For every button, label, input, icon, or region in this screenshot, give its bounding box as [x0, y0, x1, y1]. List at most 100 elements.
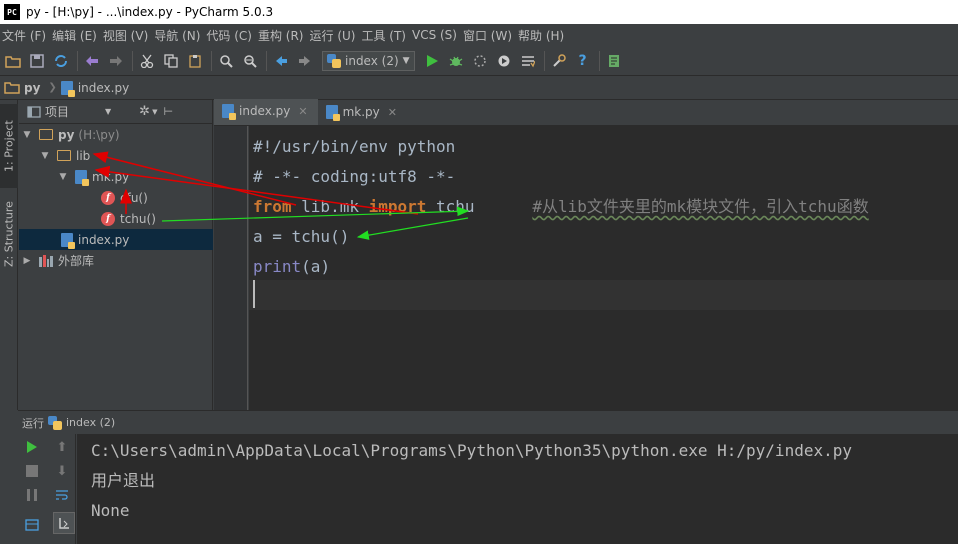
left-tool-strip: 1: Project Z: Structure: [0, 100, 18, 410]
tree-node-mk[interactable]: ▼ mk.py: [19, 166, 213, 187]
tasks-icon[interactable]: [517, 50, 539, 72]
python-icon: [48, 415, 62, 430]
title-bar: PC py - [H:\py] - ...\index.py - PyCharm…: [0, 0, 958, 24]
up-arrow-icon[interactable]: ⬆: [53, 438, 71, 456]
profile-icon[interactable]: [493, 50, 515, 72]
run-icon[interactable]: [421, 50, 443, 72]
console-line: C:\Users\admin\AppData\Local\Programs\Py…: [91, 441, 852, 460]
menu-refactor[interactable]: 重构 (R): [258, 27, 310, 44]
main-toolbar: index (2) ▼ ?: [0, 46, 958, 76]
inline-comment: #从lib文件夹里的mk模块文件，引入tchu函数: [532, 197, 869, 216]
python-console-icon[interactable]: [603, 50, 625, 72]
editor-tab-bar: index.py ✕ mk.py ✕: [214, 99, 958, 126]
menu-file[interactable]: 文件 (F): [2, 27, 52, 44]
python-file-icon: [61, 232, 75, 249]
tree-node-func-tchu[interactable]: f tchu(): [19, 208, 213, 229]
code-line-2: # -*- coding:utf8 -*-: [253, 167, 456, 186]
paste-icon[interactable]: [184, 50, 206, 72]
undo-icon[interactable]: [81, 50, 103, 72]
expand-arrow-icon[interactable]: ▼: [21, 130, 33, 140]
package-folder-icon: [57, 150, 71, 161]
menu-bar: 文件 (F) 编辑 (E) 视图 (V) 导航 (N) 代码 (C) 重构 (R…: [0, 24, 958, 46]
run-configuration-select[interactable]: index (2) ▼: [322, 50, 415, 71]
structure-tool-tab[interactable]: Z: Structure: [0, 192, 18, 276]
stop-icon[interactable]: [23, 462, 41, 480]
text-cursor: [253, 280, 255, 308]
menu-run[interactable]: 运行 (U): [310, 27, 362, 44]
run-panel-toolbar: ⬆ ⬇: [18, 434, 76, 544]
menu-code[interactable]: 代码 (C): [206, 27, 258, 44]
close-icon[interactable]: ✕: [298, 105, 307, 118]
toolbar-divider: [77, 50, 78, 71]
function-icon: f: [101, 190, 115, 205]
gear-icon[interactable]: ✲: [139, 104, 150, 119]
expand-arrow-icon[interactable]: ▼: [39, 151, 51, 161]
down-arrow-icon[interactable]: ⬇: [53, 462, 71, 480]
collapse-panel-icon[interactable]: ⊢: [163, 105, 173, 118]
menu-vcs[interactable]: VCS (S): [412, 28, 463, 42]
copy-icon[interactable]: [160, 50, 182, 72]
help-icon[interactable]: ?: [572, 50, 594, 72]
save-icon[interactable]: [26, 50, 48, 72]
menu-help[interactable]: 帮助 (H): [518, 27, 570, 44]
soft-wrap-icon[interactable]: [53, 486, 71, 504]
menu-view[interactable]: 视图 (V): [103, 27, 154, 44]
project-view-icon: [27, 105, 41, 118]
run-panel-config[interactable]: index (2): [66, 416, 115, 429]
tab-mk-py[interactable]: mk.py ✕: [318, 99, 407, 125]
menu-tools[interactable]: 工具 (T): [361, 27, 412, 44]
breadcrumb-root[interactable]: py: [4, 81, 40, 95]
open-folder-icon[interactable]: [2, 50, 24, 72]
debug-icon[interactable]: [445, 50, 467, 72]
scroll-to-end-icon[interactable]: [53, 512, 75, 534]
run-panel-label: 运行: [22, 416, 44, 430]
run-console-output[interactable]: C:\Users\admin\AppData\Local\Programs\Py…: [77, 434, 958, 544]
python-file-icon: [60, 80, 75, 97]
folder-icon: [39, 129, 53, 140]
editor-gutter: [214, 126, 248, 410]
rerun-icon[interactable]: [23, 438, 41, 456]
menu-window[interactable]: 窗口 (W): [463, 27, 518, 44]
forward-icon[interactable]: [294, 50, 316, 72]
pause-icon[interactable]: [23, 486, 41, 504]
menu-navigate[interactable]: 导航 (N): [154, 27, 206, 44]
chevron-down-icon[interactable]: ▼: [105, 107, 111, 116]
code-line-4: a = tchu(): [253, 227, 350, 246]
close-icon[interactable]: ✕: [388, 106, 397, 119]
tree-node-index[interactable]: index.py: [19, 229, 213, 250]
menu-edit[interactable]: 编辑 (E): [52, 27, 103, 44]
code-editor[interactable]: #!/usr/bin/env python # -*- coding:utf8 …: [249, 126, 958, 410]
sync-icon[interactable]: [50, 50, 72, 72]
expand-arrow-icon[interactable]: ▶: [21, 256, 33, 266]
chevron-down-icon[interactable]: ▼: [152, 108, 157, 116]
layout-icon[interactable]: [23, 516, 41, 534]
run-coverage-icon[interactable]: [469, 50, 491, 72]
expand-arrow-icon[interactable]: ▼: [57, 172, 69, 182]
project-panel-title[interactable]: 项目: [45, 103, 69, 120]
find-icon[interactable]: [215, 50, 237, 72]
libraries-icon: [39, 254, 53, 267]
cut-icon[interactable]: [136, 50, 158, 72]
tab-index-py[interactable]: index.py ✕: [214, 99, 318, 125]
run-config-label: index (2): [345, 53, 399, 68]
toolbar-divider: [543, 50, 545, 71]
code-line-3: from lib.mk import tchu #从lib文件夹里的mk模块文件…: [253, 197, 869, 216]
project-panel-header: 项目 ▼ ✲ ▼ ⊢: [19, 100, 212, 124]
navigation-bar: py ❯ index.py: [0, 76, 958, 100]
chevron-down-icon: ▼: [402, 55, 410, 66]
project-tool-tab[interactable]: 1: Project: [0, 104, 18, 188]
settings-wrench-icon[interactable]: [548, 50, 570, 72]
redo-icon[interactable]: [105, 50, 127, 72]
tree-node-lib[interactable]: ▼ lib: [19, 145, 213, 166]
back-icon[interactable]: [270, 50, 292, 72]
toolbar-divider: [598, 50, 600, 71]
python-file-icon: [222, 104, 236, 120]
breadcrumb-file[interactable]: index.py: [60, 80, 129, 97]
tree-node-project-root[interactable]: ▼ py (H:\py): [19, 124, 213, 145]
tree-node-func-cfu[interactable]: f cfu(): [19, 187, 213, 208]
replace-icon[interactable]: [239, 50, 261, 72]
code-line-5: print(a): [253, 257, 331, 276]
console-line: None: [91, 501, 130, 520]
project-root-path: (H:\py): [78, 127, 120, 142]
tree-node-external-libraries[interactable]: ▶ 外部库: [19, 250, 213, 271]
